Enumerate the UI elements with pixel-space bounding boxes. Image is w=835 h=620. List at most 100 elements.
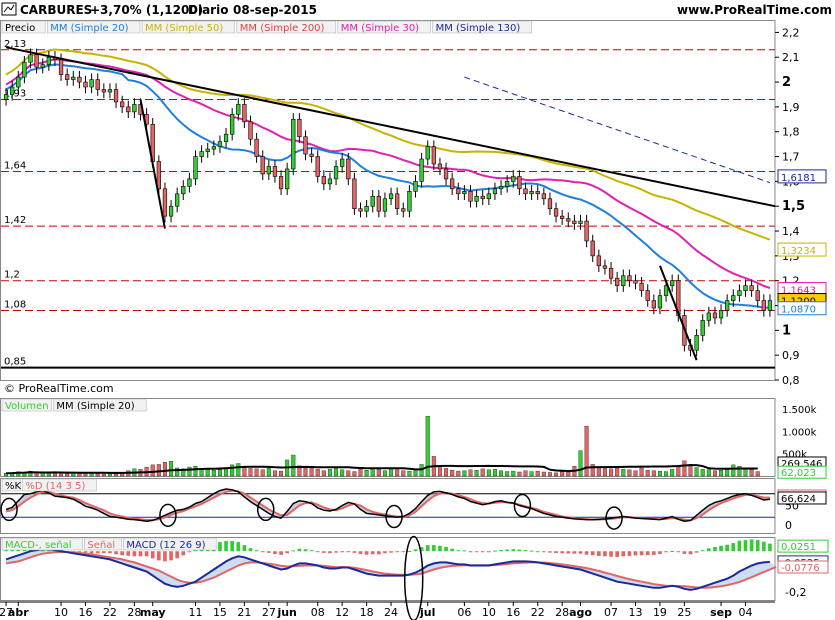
candle-body: [199, 151, 204, 157]
macd-hist-bar: [395, 551, 399, 553]
site-label[interactable]: www.ProRealTime.com: [677, 3, 832, 17]
volume-bar: [437, 465, 442, 477]
macd-hist-bar: [731, 543, 736, 552]
candle-body: [480, 195, 485, 200]
macd-hist-bar: [181, 551, 186, 556]
x-tick-label: 04: [739, 606, 753, 619]
macd-hist-bar: [450, 548, 454, 552]
candle-body: [22, 61, 27, 78]
candle-body: [272, 166, 278, 177]
copyright-label: © ProRealTime.com: [4, 382, 114, 395]
macd-hist-bar: [352, 551, 357, 553]
volume-bar: [657, 470, 662, 477]
volume-bar: [266, 467, 271, 477]
volume-bar: [395, 469, 400, 477]
x-tick-label: jul: [419, 606, 435, 619]
volume-bar: [566, 471, 571, 477]
candle-body: [553, 208, 559, 217]
volume-bar: [529, 471, 534, 477]
volume-bar: [187, 466, 192, 477]
candle-body: [303, 136, 308, 155]
macd-hist-bar: [493, 550, 497, 552]
candle-body: [566, 218, 571, 222]
y-tick-label: 1,8: [782, 126, 800, 139]
macd-hist-bar: [242, 545, 247, 552]
x-tick-label: 16: [79, 606, 93, 619]
volume-bar: [150, 464, 155, 477]
level-label: 1,42: [4, 215, 26, 226]
candle-body: [608, 267, 614, 279]
candle-body: [297, 119, 302, 137]
macd-hist-bar: [755, 540, 760, 552]
volume-bar: [602, 468, 607, 477]
macd-hist-bar: [322, 551, 326, 553]
macd-hist-bar: [609, 551, 613, 557]
y-tick-label: 1: [782, 323, 791, 338]
volume-bar: [462, 470, 467, 477]
y-tick-label: 1,9: [782, 101, 800, 114]
macd-legend-entry: Señal: [87, 540, 115, 551]
candle-body: [83, 81, 88, 88]
macd-hist-bar: [444, 546, 448, 552]
macd-hist-bar: [639, 551, 644, 556]
candle-body: [431, 146, 436, 165]
candle-body: [737, 290, 742, 296]
candle-body: [248, 121, 253, 140]
candle-body: [162, 188, 168, 217]
macd-hist-bar: [652, 551, 656, 555]
candle-body: [16, 76, 21, 88]
candle-body: [657, 295, 663, 309]
macd-hist-bar: [505, 549, 509, 552]
candle-body: [327, 178, 333, 185]
candle-body: [468, 191, 473, 202]
candle-body: [107, 89, 113, 93]
volume-bar: [706, 469, 711, 477]
macd-hist-bar: [707, 548, 711, 552]
candle-body: [590, 240, 595, 257]
macd-legend-entry: MACD (12 26 9): [126, 540, 205, 551]
candle-body: [712, 312, 718, 319]
volume-legend-entry: Volumen: [5, 401, 49, 412]
candle-body: [627, 275, 632, 281]
macd-hist-bar: [144, 551, 149, 557]
volume-bar: [65, 473, 70, 477]
x-tick-label: 08: [311, 606, 325, 619]
macd-hist-bar: [719, 545, 723, 552]
legend-entry: Precio: [5, 23, 35, 34]
macd-hist-bar: [572, 551, 577, 554]
header-icon: [1, 2, 17, 16]
volume-bar: [370, 468, 375, 477]
candle-body: [450, 178, 455, 190]
volume-bar: [547, 472, 552, 477]
candle-body: [443, 168, 449, 180]
volume-bar: [193, 466, 198, 477]
macd-tag-label: -0,0776: [781, 563, 820, 574]
candle-body: [633, 280, 638, 284]
volume-bar: [34, 472, 39, 477]
candle-body: [187, 178, 192, 187]
stoch-legend-entry: %D (14 3 5): [25, 481, 85, 492]
volume-bar: [169, 461, 174, 477]
y-tick-label: 1,4: [782, 225, 800, 238]
candle-body: [126, 106, 131, 113]
macd-hist-bar: [370, 551, 375, 555]
macd-hist-bar: [297, 548, 302, 552]
x-tick-label: sep: [710, 606, 732, 619]
volume-bar: [401, 470, 406, 477]
macd-hist-bar: [615, 551, 619, 557]
candle-body: [645, 290, 650, 301]
level-label: 1,2: [4, 270, 20, 281]
candle-body: [578, 220, 583, 224]
candle-body: [291, 119, 296, 170]
macd-hist-bar: [401, 551, 406, 553]
volume-bar: [535, 470, 540, 477]
macd-hist-bar: [163, 551, 167, 562]
candle-body: [315, 156, 320, 177]
macd-hist-bar: [126, 551, 131, 556]
volume-bar: [554, 472, 559, 477]
volume-bar: [505, 471, 510, 477]
candle-body: [761, 300, 766, 311]
candle-body: [168, 205, 174, 217]
macd-hist-bar: [432, 545, 436, 552]
macd-hist-bar: [768, 543, 772, 552]
